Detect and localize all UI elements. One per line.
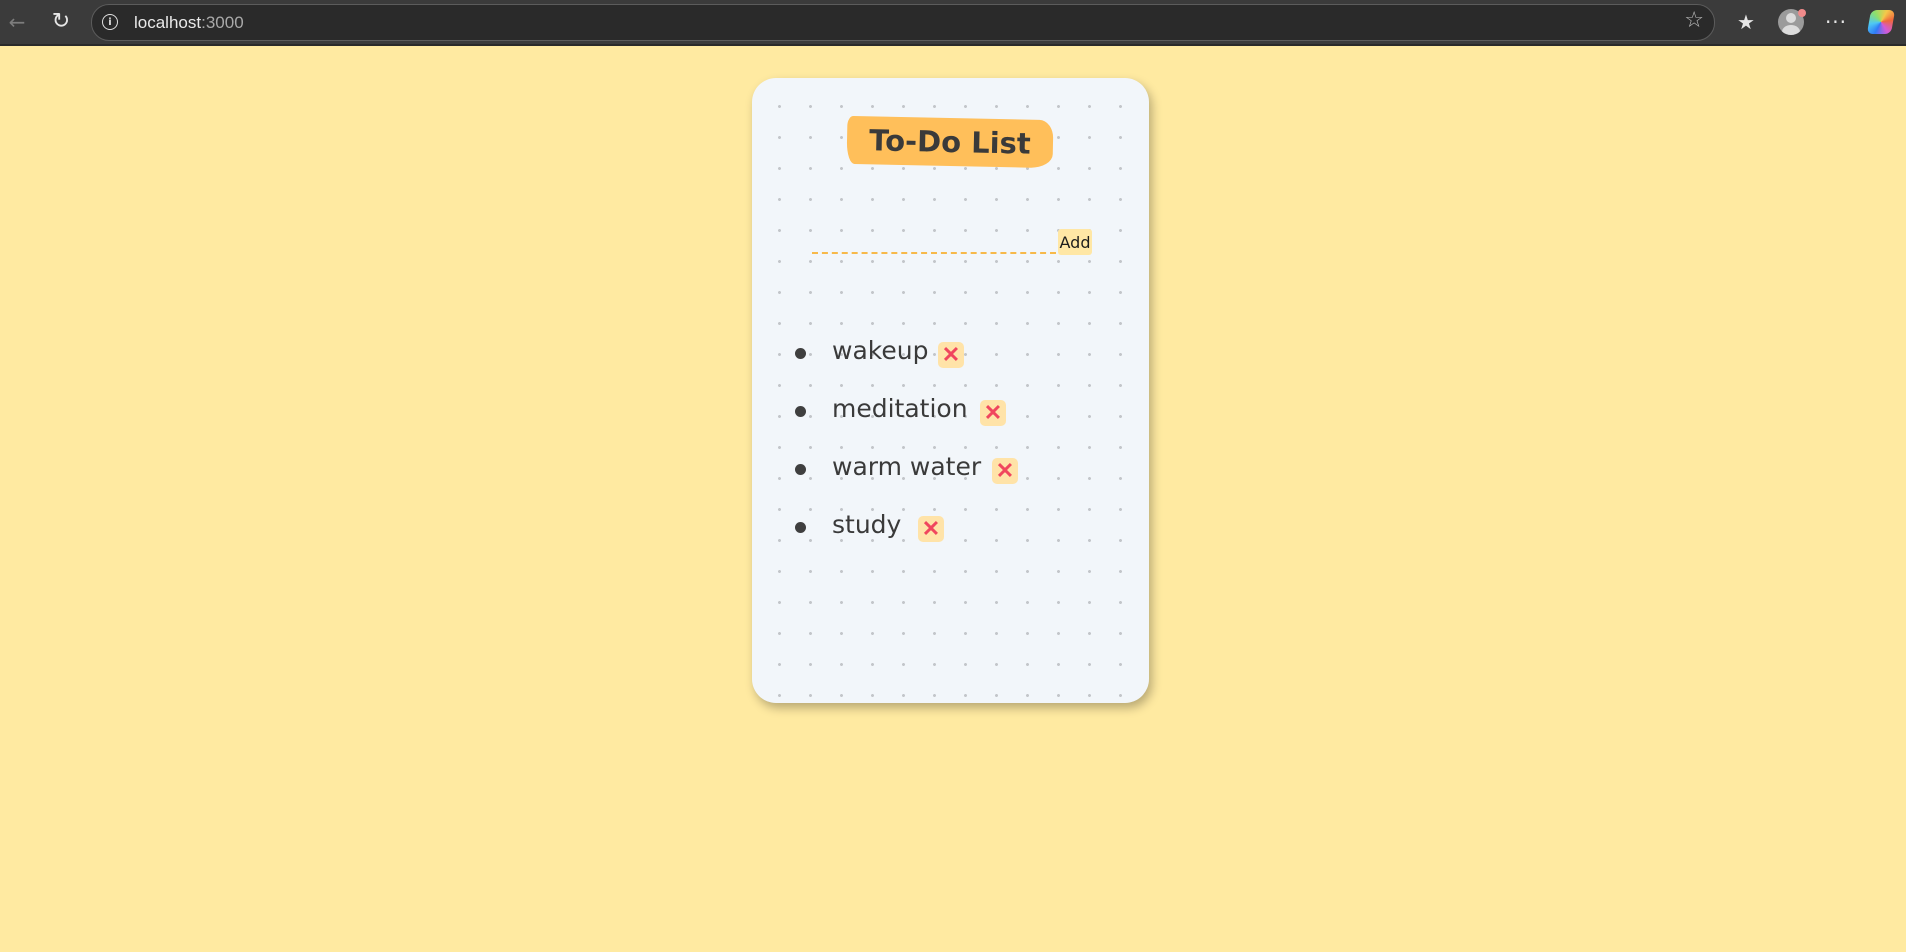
delete-button[interactable]: ✕ xyxy=(918,516,944,542)
address-bar[interactable]: i localhost:3000 ☆ xyxy=(91,4,1715,41)
star-icon[interactable]: ☆ xyxy=(1684,10,1704,32)
url-port: :3000 xyxy=(201,13,244,32)
bullet-icon xyxy=(795,522,806,533)
more-icon[interactable]: ··· xyxy=(1821,7,1851,37)
add-button[interactable]: Add xyxy=(1058,229,1092,255)
copilot-button[interactable] xyxy=(1866,7,1896,37)
notification-dot xyxy=(1798,9,1806,17)
close-icon: ✕ xyxy=(995,458,1015,483)
close-icon: ✕ xyxy=(941,342,961,367)
delete-button[interactable]: ✕ xyxy=(980,400,1006,426)
url-host: localhost xyxy=(134,13,202,32)
reload-icon[interactable]: ↻ xyxy=(46,7,76,37)
delete-button[interactable]: ✕ xyxy=(992,458,1018,484)
close-icon: ✕ xyxy=(983,400,1003,425)
todo-card: To-Do List Add wakeup ✕ meditation ✕ war… xyxy=(752,78,1149,703)
profile-button[interactable] xyxy=(1776,7,1806,37)
copilot-icon xyxy=(1866,10,1896,34)
site-info-icon[interactable]: i xyxy=(102,14,118,30)
item-text: meditation xyxy=(832,394,968,423)
item-text: study xyxy=(832,510,902,539)
close-icon: ✕ xyxy=(921,516,941,541)
favorites-icon[interactable]: ★ xyxy=(1731,7,1761,37)
bullet-icon xyxy=(795,464,806,475)
bullet-icon xyxy=(795,406,806,417)
back-arrow-icon[interactable]: ← xyxy=(2,7,32,37)
page-title: To-Do List xyxy=(846,115,1054,169)
browser-toolbar: ← ↻ i localhost:3000 ☆ ★ ··· xyxy=(0,0,1906,46)
task-input[interactable] xyxy=(812,228,1056,254)
delete-button[interactable]: ✕ xyxy=(938,342,964,368)
item-text: wakeup xyxy=(832,336,929,365)
item-text: warm water xyxy=(832,452,982,481)
bullet-icon xyxy=(795,348,806,359)
url-text[interactable]: localhost:3000 xyxy=(134,13,244,33)
